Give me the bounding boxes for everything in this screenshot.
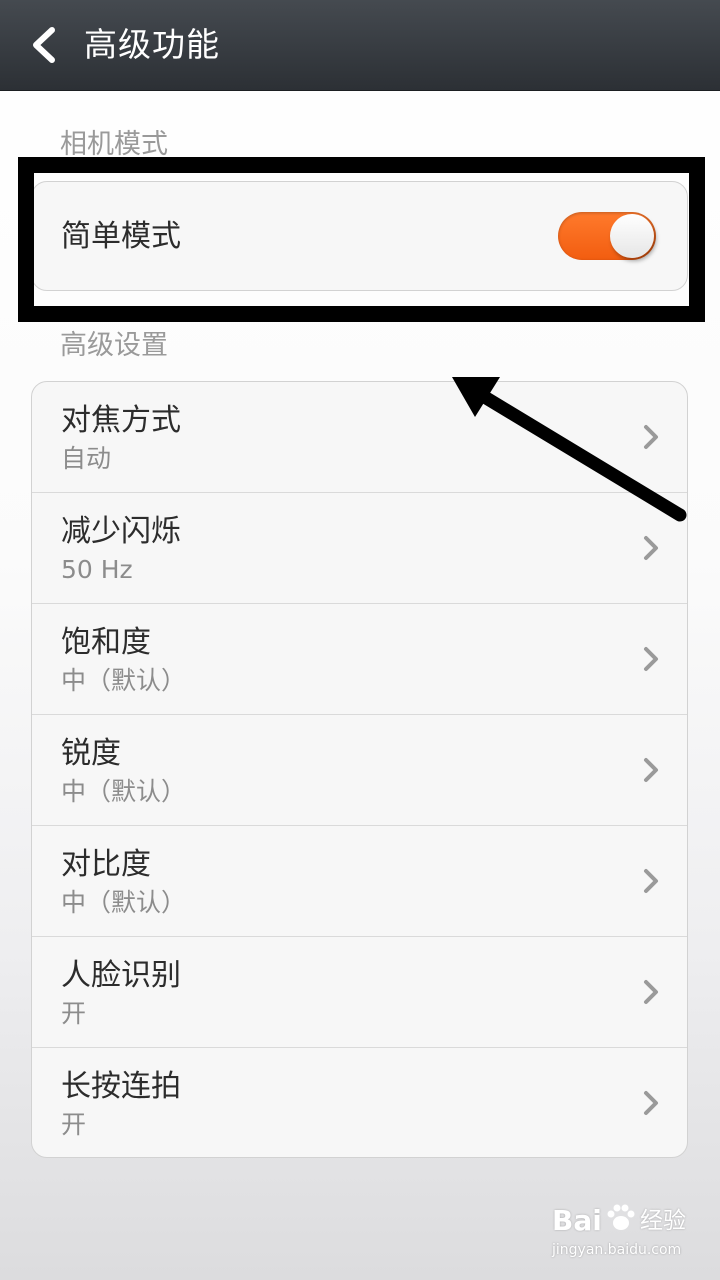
row-value: 50 Hz: [61, 555, 133, 584]
row-title: 人脸识别: [61, 958, 181, 993]
row-value: 中（默认）: [61, 888, 187, 917]
section-label-advanced: 高级设置: [60, 330, 168, 361]
settings-row-face-detection[interactable]: 人脸识别 开: [32, 937, 687, 1048]
row-title: 对焦方式: [61, 403, 181, 438]
settings-row-saturation[interactable]: 饱和度 中（默认）: [32, 604, 687, 715]
back-button[interactable]: [22, 22, 68, 68]
paw-icon: [607, 1204, 635, 1230]
chevron-right-icon: [644, 425, 658, 449]
toggle-knob[interactable]: [610, 214, 654, 258]
row-title: 长按连拍: [61, 1069, 181, 1104]
simple-mode-card: 简单模式: [31, 181, 688, 291]
settings-row-anti-flicker[interactable]: 减少闪烁 50 Hz: [32, 493, 687, 604]
row-title: 减少闪烁: [61, 514, 181, 549]
page-title: 高级功能: [84, 25, 220, 64]
row-title: 对比度: [61, 847, 151, 882]
row-title: 锐度: [61, 736, 121, 771]
simple-mode-label: 简单模式: [61, 219, 181, 254]
chevron-right-icon: [644, 869, 658, 893]
chevron-right-icon: [644, 1091, 658, 1115]
watermark-suffix: 经验: [640, 1208, 686, 1234]
chevron-right-icon: [644, 758, 658, 782]
section-label-camera-mode: 相机模式: [60, 129, 168, 160]
advanced-settings-card: 对焦方式 自动 减少闪烁 50 Hz 饱和度 中（默认） 锐度 中（默认） 对比…: [31, 381, 688, 1158]
watermark-url: jingyan.baidu.com: [552, 1242, 682, 1258]
chevron-left-icon: [33, 27, 55, 63]
row-value: 中（默认）: [61, 666, 187, 695]
chevron-right-icon: [644, 980, 658, 1004]
row-title: 饱和度: [61, 625, 151, 660]
settings-row-contrast[interactable]: 对比度 中（默认）: [32, 826, 687, 937]
row-value: 开: [61, 1110, 87, 1139]
row-value: 中（默认）: [61, 777, 187, 806]
settings-row-burst-shot[interactable]: 长按连拍 开: [32, 1048, 687, 1157]
chevron-right-icon: [644, 536, 658, 560]
settings-row-sharpness[interactable]: 锐度 中（默认）: [32, 715, 687, 826]
watermark-brand: Bai: [552, 1204, 602, 1237]
simple-mode-toggle[interactable]: [558, 212, 656, 260]
row-value: 自动: [61, 444, 112, 473]
settings-row-focus-mode[interactable]: 对焦方式 自动: [32, 382, 687, 493]
row-value: 开: [61, 999, 87, 1028]
title-bar: 高级功能: [0, 0, 720, 91]
baidu-jingyan-watermark: Bai 经验 jingyan.baidu.com: [548, 1196, 688, 1266]
chevron-right-icon: [644, 647, 658, 671]
